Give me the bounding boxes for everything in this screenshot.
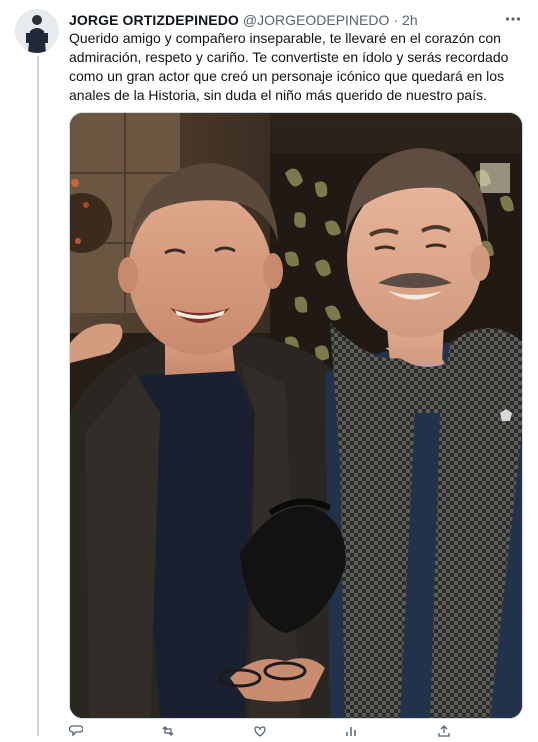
thread-line xyxy=(37,56,39,736)
tweet-header: JORGE ORTIZDEPINEDO @JORGEODEPINEDO · 2h xyxy=(69,10,418,30)
more-horizontal-icon[interactable] xyxy=(502,9,524,29)
share-icon[interactable] xyxy=(437,724,451,738)
separator-dot: · xyxy=(393,12,399,28)
user-handle[interactable]: @JORGEODEPINEDO xyxy=(243,12,389,28)
avatar[interactable] xyxy=(15,9,59,53)
tweet-text: Querido amigo y compañero inseparable, t… xyxy=(69,30,509,103)
tweet-actions xyxy=(68,724,513,738)
display-name[interactable]: JORGE ORTIZDEPINEDO xyxy=(69,12,239,28)
tweet-photo[interactable] xyxy=(69,112,523,719)
tweet-timestamp[interactable]: 2h xyxy=(402,12,418,28)
reply-icon[interactable] xyxy=(68,724,84,738)
like-icon[interactable] xyxy=(253,724,267,738)
retweet-icon[interactable] xyxy=(161,724,175,738)
views-icon[interactable] xyxy=(345,724,359,738)
